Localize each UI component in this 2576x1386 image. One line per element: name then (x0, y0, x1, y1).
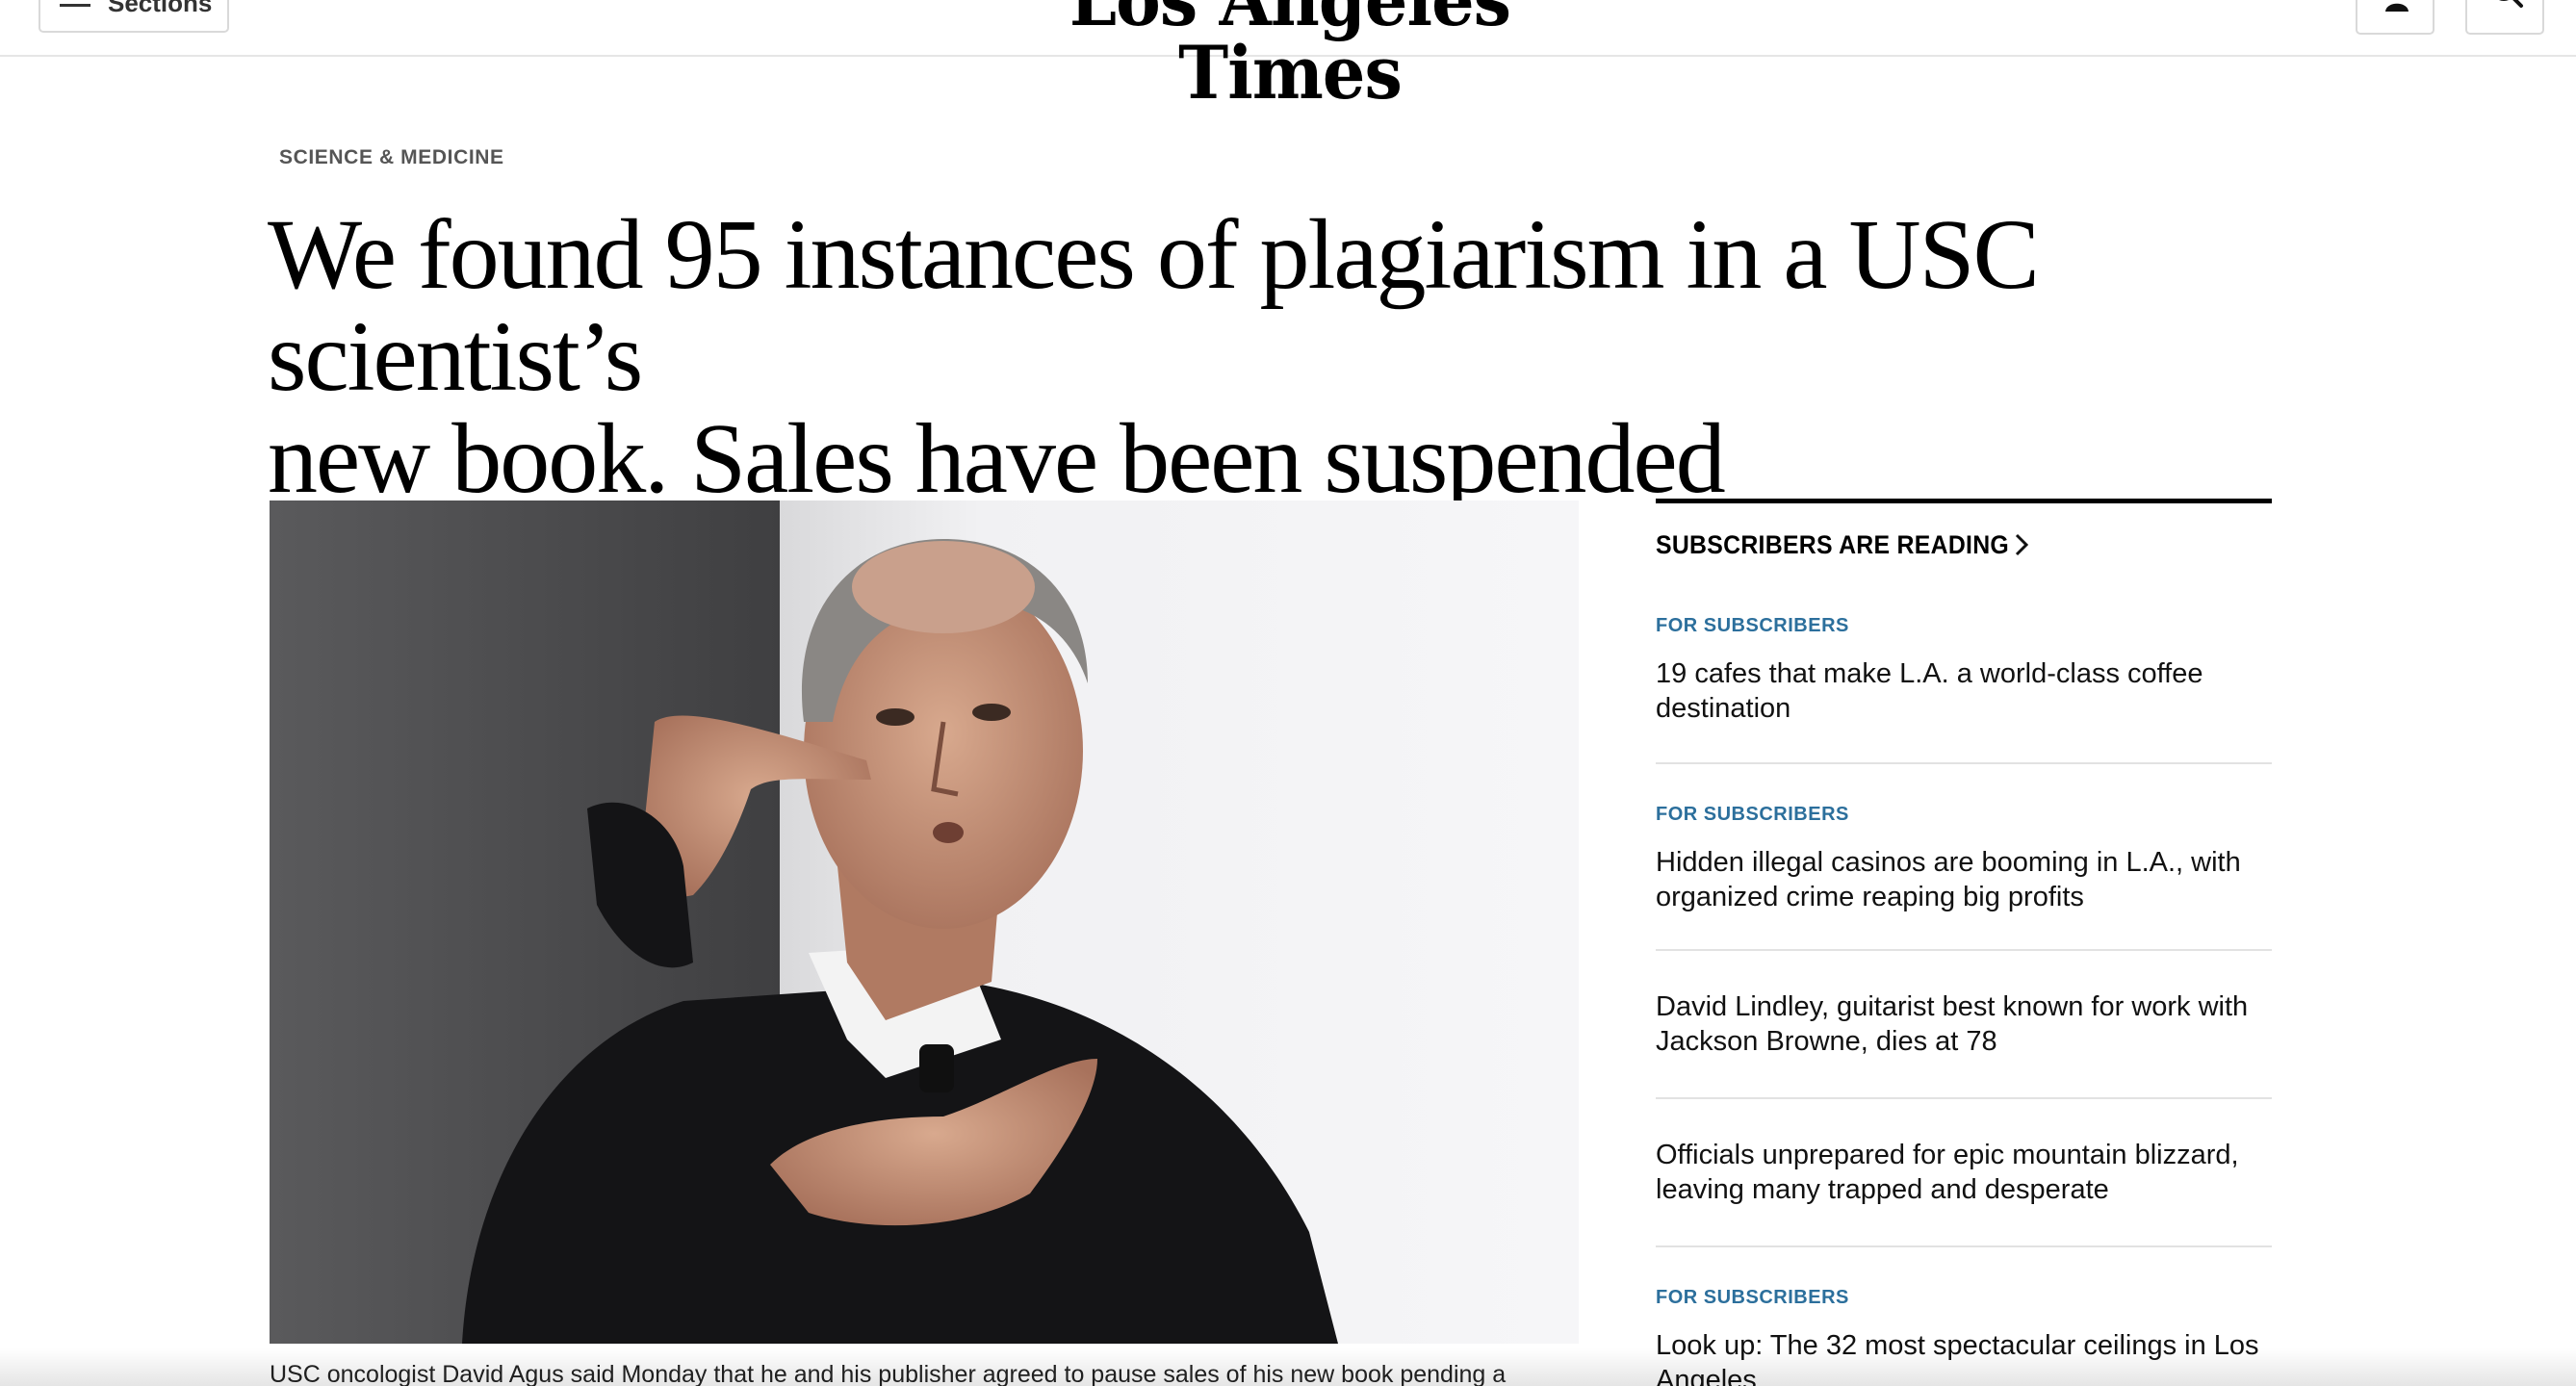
article-headline: We found 95 instances of plagiarism in a… (268, 204, 2289, 510)
chevron-right-icon[interactable] (2012, 530, 2031, 559)
hamburger-icon (60, 4, 90, 7)
subscribers-reading-rail: SUBSCRIBERS ARE READING FOR SUBSCRIBERS … (1656, 499, 2272, 1386)
rail-title-link[interactable]: SUBSCRIBERS ARE READING (1656, 530, 2009, 560)
rail-item-title-line: Jackson Browne, dies at 78 (1656, 1026, 1997, 1057)
section-kicker-link[interactable]: SCIENCE & MEDICINE (279, 146, 504, 169)
rail-item[interactable]: David Lindley, guitarist best known for … (1656, 951, 2272, 1099)
rail-item[interactable]: FOR SUBSCRIBERS 19 cafes that make L.A. … (1656, 600, 2272, 764)
rail-item-title[interactable]: Look up: The 32 most spectacular ceiling… (1656, 1328, 2272, 1386)
photo-caption: USC oncologist David Agus said Monday th… (270, 1361, 1507, 1386)
rail-item-title[interactable]: Hidden illegal casinos are booming in L.… (1656, 845, 2272, 914)
search-icon (2499, 0, 2523, 8)
headline-line-1: We found 95 instances of plagiarism in a… (268, 199, 2040, 412)
subscriber-badge: FOR SUBSCRIBERS (1656, 804, 1849, 825)
account-button[interactable] (2356, 0, 2434, 35)
rail-item-title[interactable]: 19 cafes that make L.A. a world-class co… (1656, 656, 2272, 726)
rail-item[interactable]: FOR SUBSCRIBERS Hidden illegal casinos a… (1656, 764, 2272, 951)
rail-item-title[interactable]: David Lindley, guitarist best known for … (1656, 989, 2272, 1059)
sections-label: Sections (108, 0, 213, 17)
rail-item-title-line: David Lindley, guitarist best known for … (1656, 991, 2249, 1022)
rail-item[interactable]: Officials unprepared for epic mountain b… (1656, 1099, 2272, 1247)
sections-button[interactable]: Sections (39, 0, 229, 33)
subscriber-badge: FOR SUBSCRIBERS (1656, 615, 1849, 636)
search-button[interactable] (2465, 0, 2544, 35)
rail-item-title-line: Officials unprepared for epic mountain b… (1656, 1140, 2239, 1170)
article-page: Sections Los Angeles Times SCIENCE & MED… (0, 0, 2576, 1386)
lead-photo-image (270, 500, 1579, 1344)
rail-item-title-line: 19 cafes that make L.A. a world-class co… (1656, 658, 2203, 689)
account-icon (2385, 3, 2409, 12)
rail-item[interactable]: FOR SUBSCRIBERS Look up: The 32 most spe… (1656, 1247, 2272, 1386)
lead-photo (270, 500, 1579, 1344)
rail-item-title[interactable]: Officials unprepared for epic mountain b… (1656, 1138, 2272, 1207)
rail-item-title-line: leaving many trapped and desperate (1656, 1174, 2109, 1205)
rail-item-title-line: Angeles (1656, 1365, 1757, 1386)
subscriber-badge: FOR SUBSCRIBERS (1656, 1287, 1849, 1308)
headline-line-2: new book. Sales have been suspended (268, 403, 1726, 514)
rail-item-title-line: destination (1656, 693, 1791, 724)
site-header: Sections Los Angeles Times (0, 0, 2576, 110)
rail-item-title-line: Look up: The 32 most spectacular ceiling… (1656, 1330, 2259, 1361)
rail-item-title-line: organized crime reaping big profits (1656, 882, 2084, 912)
masthead-logo[interactable]: Los Angeles Times (989, 0, 1591, 110)
rail-item-title-line: Hidden illegal casinos are booming in L.… (1656, 847, 2241, 878)
